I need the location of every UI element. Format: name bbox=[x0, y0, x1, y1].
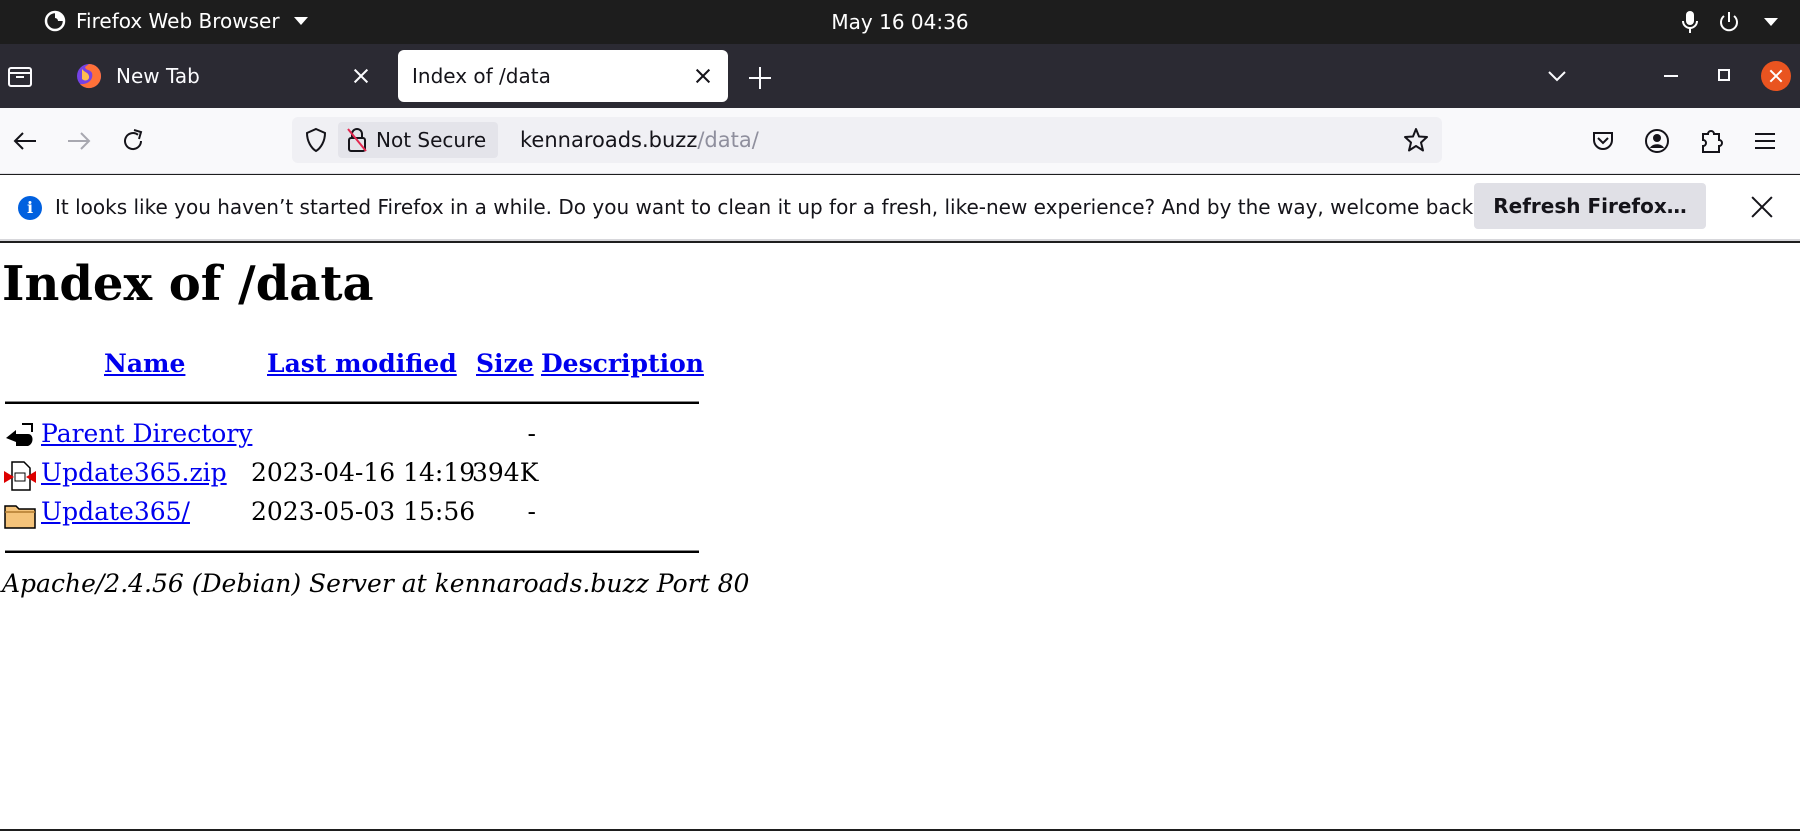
file-size: - bbox=[527, 497, 536, 526]
back-icon bbox=[6, 423, 33, 446]
system-top-bar: Firefox Web Browser May 16 04:36 bbox=[0, 0, 1800, 44]
server-signature: Apache/2.4.56 (Debian) Server at kennaro… bbox=[2, 569, 750, 598]
back-button[interactable] bbox=[8, 124, 42, 158]
chevron-down-icon bbox=[293, 17, 308, 25]
app-menu-button[interactable] bbox=[1748, 124, 1782, 158]
microphone-icon bbox=[1682, 11, 1698, 33]
url-text[interactable]: kennaroads.buzz/data/ bbox=[520, 128, 759, 152]
firefox-app-icon bbox=[44, 10, 66, 32]
broken-lock-icon bbox=[347, 128, 367, 152]
arrow-right-icon bbox=[68, 132, 91, 150]
column-header-description[interactable]: Description bbox=[541, 349, 704, 378]
info-icon: i bbox=[18, 196, 42, 220]
table-row: Parent Directory - bbox=[0, 419, 700, 455]
file-size: 394K bbox=[472, 458, 539, 487]
maximize-button[interactable] bbox=[1718, 69, 1730, 81]
puzzle-piece-icon bbox=[1702, 130, 1723, 153]
hamburger-menu-icon bbox=[1755, 133, 1775, 149]
navigation-toolbar: Not Secure kennaroads.buzz/data/ bbox=[0, 108, 1800, 174]
pocket-icon bbox=[1593, 132, 1613, 150]
tab-index-of-data[interactable]: Index of /data bbox=[398, 50, 728, 102]
forward-button[interactable] bbox=[62, 124, 96, 158]
divider bbox=[5, 550, 699, 553]
url-bar[interactable]: Not Secure kennaroads.buzz/data/ bbox=[292, 117, 1442, 163]
firefox-favicon-icon bbox=[77, 64, 102, 89]
security-label: Not Secure bbox=[376, 128, 487, 152]
url-host: kennaroads.buzz bbox=[520, 128, 698, 152]
site-security-indicator[interactable]: Not Secure bbox=[338, 122, 499, 158]
close-icon[interactable] bbox=[692, 65, 714, 87]
extensions-button[interactable] bbox=[1694, 124, 1728, 158]
app-name: Firefox Web Browser bbox=[76, 9, 280, 33]
arrow-left-icon bbox=[13, 132, 36, 150]
column-header-size[interactable]: Size bbox=[476, 349, 534, 378]
power-icon bbox=[1720, 12, 1738, 32]
pocket-button[interactable] bbox=[1586, 124, 1620, 158]
last-modified: 2023-05-03 15:56 bbox=[251, 497, 476, 526]
reload-icon bbox=[124, 129, 143, 150]
url-path: /data/ bbox=[697, 128, 759, 152]
file-link[interactable]: Parent Directory bbox=[41, 419, 252, 448]
tab-strip: New Tab Index of /data bbox=[0, 44, 1800, 108]
chevron-down-icon bbox=[1764, 18, 1778, 26]
last-modified: 2023-04-16 14:19 bbox=[251, 458, 476, 487]
close-window-button[interactable] bbox=[1761, 61, 1791, 91]
compressed-file-icon bbox=[4, 461, 36, 491]
file-size: - bbox=[527, 419, 536, 448]
close-icon[interactable] bbox=[1748, 193, 1776, 221]
app-menu[interactable]: Firefox Web Browser bbox=[44, 9, 308, 33]
notification-message: It looks like you haven’t started Firefo… bbox=[55, 195, 1482, 219]
refresh-firefox-button[interactable]: Refresh Firefox… bbox=[1474, 183, 1706, 229]
folder-icon bbox=[4, 505, 36, 529]
table-row: Update365/ 2023-05-03 15:56 - bbox=[0, 497, 700, 533]
page-content: Index of /data Name Last modified Size D… bbox=[0, 243, 1800, 829]
account-button[interactable] bbox=[1640, 124, 1674, 158]
column-header-last-modified[interactable]: Last modified bbox=[267, 349, 457, 378]
firefox-view-icon[interactable] bbox=[6, 62, 34, 90]
new-tab-button[interactable] bbox=[746, 64, 774, 92]
file-link[interactable]: Update365/ bbox=[41, 497, 190, 526]
page-title: Index of /data bbox=[2, 256, 374, 312]
table-row: Update365.zip 2023-04-16 14:19 394K bbox=[0, 458, 700, 494]
tab-title: Index of /data bbox=[412, 64, 551, 88]
notification-bar: i It looks like you haven’t started Fire… bbox=[0, 175, 1800, 241]
tab-title: New Tab bbox=[116, 64, 200, 88]
column-header-name[interactable]: Name bbox=[104, 349, 185, 378]
system-tray[interactable] bbox=[1682, 10, 1778, 34]
shield-icon[interactable] bbox=[302, 126, 330, 154]
close-icon[interactable] bbox=[350, 65, 372, 87]
divider bbox=[5, 401, 699, 404]
file-link[interactable]: Update365.zip bbox=[41, 458, 227, 487]
reload-button[interactable] bbox=[116, 124, 150, 158]
tab-new-tab[interactable]: New Tab bbox=[62, 50, 386, 102]
minimize-button[interactable] bbox=[1664, 75, 1678, 77]
bookmark-star-icon[interactable] bbox=[1402, 126, 1430, 154]
list-all-tabs-icon[interactable] bbox=[1544, 66, 1570, 86]
account-icon bbox=[1645, 129, 1669, 153]
